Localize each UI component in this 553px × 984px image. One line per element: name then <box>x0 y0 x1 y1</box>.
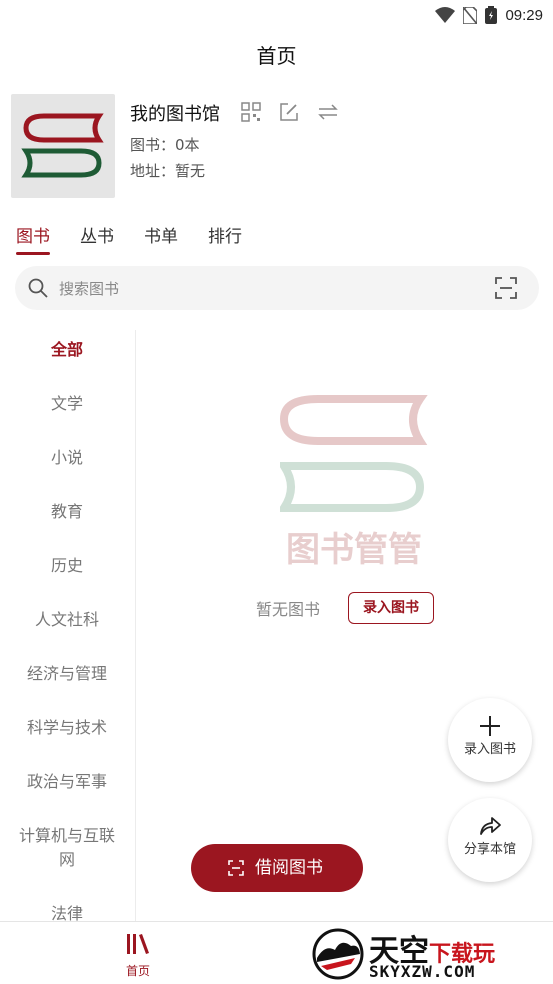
category-education[interactable]: 教育 <box>0 500 134 524</box>
page-title: 首页 <box>256 44 297 68</box>
nav-home[interactable]: 首页 <box>112 932 164 979</box>
library-actions <box>241 102 339 122</box>
scan-icon <box>228 860 244 876</box>
empty-message: 暂无图书 <box>256 600 321 619</box>
tab-ranking[interactable]: 排行 <box>208 222 242 255</box>
library-name: 我的图书馆 <box>130 104 220 125</box>
scan-icon[interactable] <box>495 277 517 299</box>
share-icon <box>480 817 501 835</box>
fab-share-label: 分享本馆 <box>463 842 516 857</box>
category-history[interactable]: 历史 <box>0 554 134 578</box>
watermark-url: SKYXZW.COM <box>369 962 476 981</box>
tab-series[interactable]: 丛书 <box>80 222 114 255</box>
borrow-books-button[interactable]: 借阅图书 <box>191 844 363 892</box>
empty-state-logo: 图书管管 <box>276 395 428 575</box>
book-stack-logo-icon <box>21 113 104 178</box>
library-cover[interactable] <box>11 94 115 198</box>
category-divider <box>135 330 136 922</box>
status-time: 09:29 <box>505 6 543 24</box>
tab-books[interactable]: 图书 <box>16 222 50 255</box>
category-law[interactable]: 法律 <box>0 902 134 922</box>
watermark: 天空下载玩 SKYXZW.COM <box>303 924 553 983</box>
content-tabs: 图书 丛书 书单 排行 <box>16 222 242 255</box>
category-politics[interactable]: 政治与军事 <box>0 770 134 794</box>
fab-share-library[interactable]: 分享本馆 <box>448 798 532 882</box>
plus-icon <box>480 716 500 736</box>
category-literature[interactable]: 文学 <box>0 392 134 416</box>
search-bar <box>15 266 539 312</box>
library-book-count: 图书：0本 <box>130 136 200 154</box>
category-economics[interactable]: 经济与管理 <box>0 662 134 686</box>
category-computer[interactable]: 计算机与互联网 <box>0 824 134 872</box>
category-science[interactable]: 科学与技术 <box>0 716 134 740</box>
library-card: 我的图书馆 图书：0本 地址：暂无 <box>11 94 541 198</box>
search-input[interactable] <box>57 266 481 312</box>
fab-add-book[interactable]: 录入图书 <box>448 698 532 782</box>
top-bar: 首页 <box>0 36 553 76</box>
books-icon <box>127 934 149 954</box>
nav-home-label: 首页 <box>125 964 150 978</box>
category-all[interactable]: 全部 <box>0 338 134 362</box>
category-list: 全部 文学 小说 教育 历史 人文社科 经济与管理 科学与技术 政治与军事 计算… <box>0 330 134 922</box>
logo-text: 图书管管 <box>286 530 422 570</box>
wifi-icon <box>435 7 456 23</box>
search-icon <box>28 278 48 298</box>
category-novel[interactable]: 小说 <box>0 446 134 470</box>
book-stack-logo-icon: 图书管管 <box>276 395 428 570</box>
watermark-logo-icon <box>312 928 364 980</box>
status-bar: 09:29 <box>0 0 553 32</box>
fab-add-label: 录入图书 <box>463 742 516 757</box>
category-humanities[interactable]: 人文社科 <box>0 608 134 632</box>
tab-booklists[interactable]: 书单 <box>144 222 178 255</box>
status-icons: 09:29 <box>435 6 543 24</box>
borrow-label: 借阅图书 <box>255 858 323 878</box>
battery-icon <box>485 6 498 24</box>
qr-code-icon[interactable] <box>241 102 261 122</box>
add-book-button[interactable]: 录入图书 <box>348 592 434 624</box>
edit-icon[interactable] <box>279 102 299 122</box>
no-sim-icon <box>463 6 478 24</box>
library-address: 地址：暂无 <box>130 162 206 180</box>
switch-icon[interactable] <box>317 102 339 122</box>
